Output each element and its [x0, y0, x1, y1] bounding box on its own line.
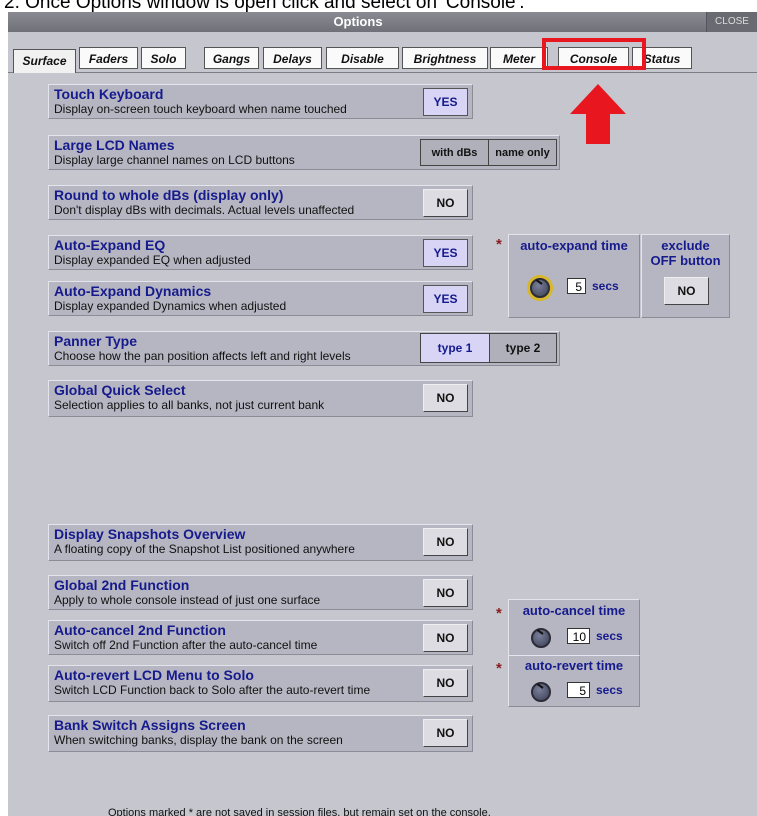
tab-solo[interactable]: Solo [141, 47, 186, 69]
auto-revert-time-value[interactable]: 5 [567, 682, 590, 698]
auto-revert-time-knob[interactable] [531, 682, 551, 702]
auto-revert-toggle[interactable]: NO [423, 669, 468, 697]
bank-switch-row: Bank Switch Assigns Screen When switchin… [48, 715, 473, 752]
window-title: Options [333, 14, 383, 29]
panner-type-desc: Choose how the pan position affects left… [54, 349, 351, 363]
exclude-off-toggle[interactable]: NO [664, 277, 709, 305]
auto-revert-time-box: auto-revert time 5 secs [508, 655, 640, 707]
exclude-off-box: exclude OFF button NO [641, 234, 730, 318]
not-saved-marker: * [496, 605, 502, 622]
auto-revert-time-label: auto-revert time [524, 658, 624, 673]
auto-expand-eq-title: Auto-Expand EQ [54, 237, 166, 253]
large-lcd-selector: with dBs name only [420, 139, 557, 166]
auto-expand-time-label: auto-expand time [520, 238, 628, 253]
tab-meter[interactable]: Meter [490, 47, 548, 69]
auto-revert-time-unit: secs [596, 683, 623, 697]
auto-cancel-toggle[interactable]: NO [423, 624, 468, 652]
global-2nd-function-toggle[interactable]: NO [423, 579, 468, 607]
type-2-option[interactable]: type 2 [490, 334, 556, 362]
bank-switch-title: Bank Switch Assigns Screen [54, 717, 246, 733]
auto-cancel-time-knob[interactable] [531, 628, 551, 648]
auto-cancel-time-label: auto-cancel time [522, 603, 626, 618]
tab-faders[interactable]: Faders [79, 47, 138, 69]
round-db-title: Round to whole dBs (display only) [54, 187, 284, 203]
auto-cancel-desc: Switch off 2nd Function after the auto-c… [54, 638, 318, 652]
auto-revert-desc: Switch LCD Function back to Solo after t… [54, 683, 371, 697]
exclude-label: exclude [661, 238, 710, 253]
touch-keyboard-toggle[interactable]: YES [423, 88, 468, 116]
snapshots-overview-desc: A floating copy of the Snapshot List pos… [54, 542, 355, 556]
bank-switch-toggle[interactable]: NO [423, 719, 468, 747]
global-2nd-function-row: Global 2nd Function Apply to whole conso… [48, 575, 473, 610]
console-tab-highlight [542, 38, 646, 70]
large-lcd-title: Large LCD Names [54, 137, 175, 153]
tab-disable[interactable]: Disable [326, 47, 399, 69]
footer-note: Options marked * are not saved in sessio… [108, 807, 491, 816]
auto-expand-eq-toggle[interactable]: YES [423, 239, 468, 267]
auto-revert-row: Auto-revert LCD Menu to Solo Switch LCD … [48, 665, 473, 702]
auto-expand-dynamics-row: Auto-Expand Dynamics Display expanded Dy… [48, 281, 473, 316]
touch-keyboard-row: Touch Keyboard Display on-screen touch k… [48, 84, 473, 119]
auto-expand-dynamics-desc: Display expanded Dynamics when adjusted [54, 299, 287, 313]
round-db-row: Round to whole dBs (display only) Don't … [48, 185, 473, 220]
not-saved-marker: * [496, 236, 502, 253]
global-quick-select-row: Global Quick Select Selection applies to… [48, 380, 473, 417]
auto-expand-time-knob[interactable] [530, 278, 550, 298]
snapshots-overview-toggle[interactable]: NO [423, 528, 468, 556]
global-2nd-function-title: Global 2nd Function [54, 577, 190, 593]
close-button[interactable]: CLOSE [706, 12, 757, 32]
touch-keyboard-desc: Display on-screen touch keyboard when na… [54, 102, 347, 116]
global-quick-select-title: Global Quick Select [54, 382, 186, 398]
auto-expand-dynamics-toggle[interactable]: YES [423, 285, 468, 313]
auto-cancel-time-unit: secs [596, 629, 623, 643]
title-bar: Options CLOSE [8, 12, 757, 32]
with-dbs-option[interactable]: with dBs [421, 140, 489, 165]
round-db-desc: Don't display dBs with decimals. Actual … [54, 203, 355, 217]
auto-expand-time-value[interactable]: 5 [567, 278, 586, 294]
snapshots-overview-title: Display Snapshots Overview [54, 526, 246, 542]
arrow-up-icon [570, 84, 626, 144]
large-lcd-desc: Display large channel names on LCD butto… [54, 153, 295, 167]
tab-brightness[interactable]: Brightness [402, 47, 488, 69]
auto-expand-eq-row: Auto-Expand EQ Display expanded EQ when … [48, 235, 473, 270]
not-saved-marker: * [496, 660, 502, 677]
bank-switch-desc: When switching banks, display the bank o… [54, 733, 343, 747]
auto-expand-eq-desc: Display expanded EQ when adjusted [54, 253, 251, 267]
auto-cancel-time-value[interactable]: 10 [567, 628, 590, 644]
auto-cancel-row: Auto-cancel 2nd Function Switch off 2nd … [48, 620, 473, 655]
auto-expand-time-box: auto-expand time 5 secs [508, 234, 640, 318]
auto-cancel-time-box: auto-cancel time 10 secs [508, 599, 640, 656]
snapshots-overview-row: Display Snapshots Overview A floating co… [48, 524, 473, 561]
tab-surface[interactable]: Surface [13, 49, 76, 73]
global-2nd-function-desc: Apply to whole console instead of just o… [54, 593, 321, 607]
global-quick-select-toggle[interactable]: NO [423, 384, 468, 412]
auto-expand-dynamics-title: Auto-Expand Dynamics [54, 283, 212, 299]
tab-gangs[interactable]: Gangs [204, 47, 259, 69]
options-window: Options CLOSE Surface Faders Solo Gangs … [8, 12, 757, 816]
auto-cancel-title: Auto-cancel 2nd Function [54, 622, 226, 638]
global-quick-select-desc: Selection applies to all banks, not just… [54, 398, 325, 412]
touch-keyboard-title: Touch Keyboard [54, 86, 164, 102]
panner-type-title: Panner Type [54, 333, 137, 349]
name-only-option[interactable]: name only [489, 140, 556, 165]
panner-type-selector: type 1 type 2 [420, 333, 557, 363]
auto-revert-title: Auto-revert LCD Menu to Solo [54, 667, 254, 683]
auto-expand-time-unit: secs [592, 279, 619, 293]
type-1-option[interactable]: type 1 [421, 334, 490, 362]
off-button-label: OFF button [650, 253, 721, 268]
round-db-toggle[interactable]: NO [423, 189, 468, 217]
tab-delays[interactable]: Delays [263, 47, 322, 69]
tab-divider [8, 72, 757, 73]
